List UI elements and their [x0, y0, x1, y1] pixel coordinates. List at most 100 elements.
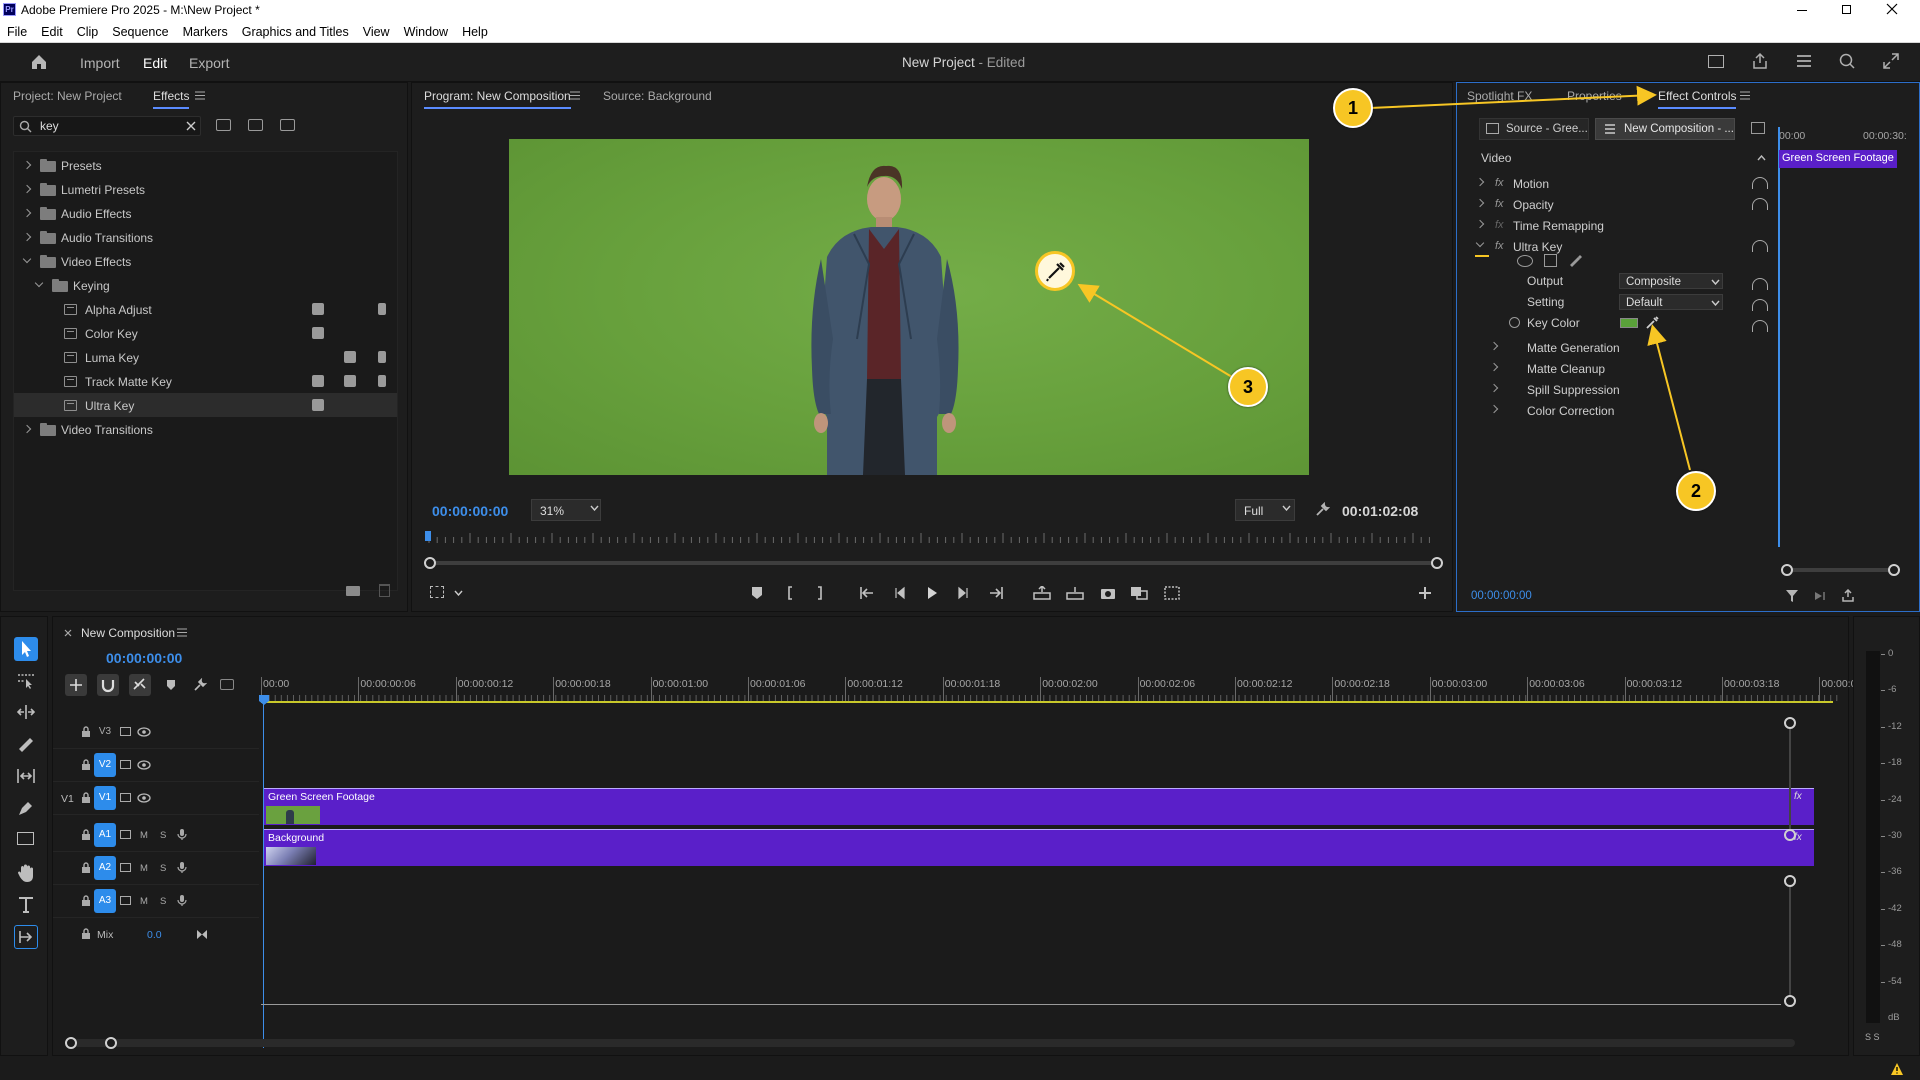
- track-header-a3[interactable]: A3 M S: [53, 885, 259, 918]
- panel-menu-icon[interactable]: [1740, 91, 1750, 100]
- warning-icon[interactable]: [1890, 1062, 1904, 1076]
- track-target-v1[interactable]: V1: [94, 786, 116, 810]
- mark-in-icon[interactable]: [786, 586, 796, 600]
- lock-icon[interactable]: [81, 726, 91, 738]
- slip-tool-icon[interactable]: [16, 767, 36, 785]
- workspace-edit[interactable]: Edit: [143, 55, 167, 71]
- reset-icon[interactable]: [1752, 240, 1768, 252]
- chevron-right-icon[interactable]: [1489, 341, 1499, 351]
- solo-button[interactable]: S: [160, 831, 166, 841]
- tree-item[interactable]: Luma Key: [14, 345, 397, 369]
- microphone-icon[interactable]: [177, 861, 187, 874]
- eye-icon[interactable]: [137, 793, 151, 803]
- lock-icon[interactable]: [81, 792, 91, 804]
- selection-tool-icon[interactable]: [14, 637, 38, 661]
- menu-help[interactable]: Help: [455, 22, 495, 43]
- ec-clip-bar[interactable]: Green Screen Footage: [1779, 150, 1897, 168]
- menu-view[interactable]: View: [356, 22, 397, 43]
- setting-select[interactable]: Default: [1619, 294, 1723, 310]
- reset-icon[interactable]: [1752, 198, 1768, 210]
- tree-item[interactable]: Alpha Adjust: [14, 297, 397, 321]
- toggle-timeline-icon[interactable]: [1751, 122, 1765, 134]
- close-icon[interactable]: [1885, 2, 1899, 16]
- track-select-tool-icon[interactable]: [16, 672, 36, 690]
- fx-icon[interactable]: fx: [1495, 178, 1504, 189]
- extract-icon[interactable]: [1066, 586, 1084, 600]
- solo-button[interactable]: S: [160, 897, 166, 907]
- play-icon[interactable]: [925, 586, 939, 600]
- chevron-right-icon[interactable]: [1489, 404, 1499, 414]
- accelerated-effects-icon[interactable]: [216, 119, 231, 131]
- menu-edit[interactable]: Edit: [34, 22, 70, 43]
- toggle-sync-icon[interactable]: [120, 793, 131, 802]
- tab-effects[interactable]: Effects: [153, 89, 190, 109]
- add-marker-icon[interactable]: [166, 679, 176, 691]
- chevron-right-icon[interactable]: [1475, 219, 1485, 229]
- ec-timecode[interactable]: 00:00:00:00: [1471, 590, 1532, 603]
- captions-icon[interactable]: [220, 679, 234, 690]
- linked-selection-icon[interactable]: [129, 674, 151, 696]
- ripple-edit-tool-icon[interactable]: [16, 703, 36, 721]
- 32bit-effects-icon[interactable]: [248, 119, 263, 131]
- export-icon[interactable]: [1841, 589, 1855, 603]
- panel-menu-icon[interactable]: [570, 91, 580, 100]
- track-target-a2[interactable]: A2: [94, 856, 116, 880]
- go-to-out-icon[interactable]: [988, 586, 1004, 600]
- workspace-import[interactable]: Import: [80, 55, 120, 71]
- chevron-down-icon[interactable]: [1475, 238, 1485, 248]
- reset-icon[interactable]: [1752, 177, 1768, 189]
- home-icon[interactable]: [30, 53, 48, 71]
- eye-icon[interactable]: [137, 727, 151, 737]
- toggle-sync-icon[interactable]: [120, 863, 131, 872]
- ec-playhead[interactable]: [1778, 127, 1780, 547]
- progress-search-icon[interactable]: [1838, 52, 1856, 70]
- scroll-handle-right[interactable]: [1431, 557, 1443, 569]
- fx-icon[interactable]: fx: [1495, 199, 1504, 210]
- ec-effect-row[interactable]: fx Opacity: [1457, 194, 1777, 215]
- ec-effect-row[interactable]: fx Ultra Key: [1457, 236, 1777, 257]
- tree-item[interactable]: Video Transitions: [14, 417, 397, 441]
- tab-sequence[interactable]: New Composition: [81, 626, 175, 640]
- lock-icon[interactable]: [81, 895, 91, 907]
- track-header-v2[interactable]: V2: [53, 749, 259, 782]
- tab-project[interactable]: Project: New Project: [13, 89, 122, 103]
- ec-subsection-row[interactable]: Matte Generation: [1457, 337, 1777, 358]
- chevron-right-icon[interactable]: [1475, 177, 1485, 187]
- chevron-down-icon[interactable]: [454, 590, 463, 596]
- hand-tool-icon[interactable]: [16, 863, 36, 883]
- audio-scroll-track[interactable]: [1789, 887, 1791, 995]
- menu-window[interactable]: Window: [397, 22, 455, 43]
- timeline-zoom-scrollbar[interactable]: [65, 1039, 1795, 1047]
- key-color-eyedropper-icon[interactable]: [1645, 315, 1660, 330]
- tree-item[interactable]: Ultra Key: [14, 393, 397, 417]
- close-sequence-icon[interactable]: [64, 629, 72, 637]
- toggle-sync-icon[interactable]: [120, 760, 131, 769]
- tree-item[interactable]: Color Key: [14, 321, 397, 345]
- tree-item[interactable]: Keying: [14, 273, 397, 297]
- zoom-scrollbar[interactable]: [425, 561, 1441, 565]
- ec-zoom-scrollbar[interactable]: [1786, 568, 1896, 572]
- mask-ellipse-icon[interactable]: [1517, 255, 1533, 267]
- snap-icon[interactable]: [97, 674, 119, 696]
- ec-effect-row[interactable]: fx Time Remapping: [1457, 215, 1777, 236]
- track-target-a3[interactable]: A3: [94, 889, 116, 913]
- lift-icon[interactable]: [1033, 586, 1051, 600]
- export-frame-icon[interactable]: [1100, 586, 1116, 600]
- ec-subsection-row[interactable]: Color Correction: [1457, 400, 1777, 421]
- timeline-timecode[interactable]: 00:00:00:00: [106, 651, 182, 665]
- toggle-sync-icon[interactable]: [120, 896, 131, 905]
- solo-button[interactable]: S: [160, 864, 166, 874]
- fx-icon[interactable]: fx: [1495, 241, 1504, 252]
- comparison-view-icon[interactable]: [1130, 586, 1148, 600]
- minimize-icon[interactable]: [1797, 10, 1807, 11]
- yuv-effects-icon[interactable]: [280, 119, 295, 131]
- multicam-icon[interactable]: [1164, 586, 1180, 600]
- lock-icon[interactable]: [81, 829, 91, 841]
- video-frame[interactable]: [509, 139, 1309, 475]
- audio-scroll-bottom[interactable]: [1784, 995, 1796, 1007]
- audio-scroll-top[interactable]: [1784, 875, 1796, 887]
- panel-menu-icon[interactable]: [177, 628, 187, 637]
- chevron-right-icon[interactable]: [22, 232, 32, 242]
- new-bin-icon[interactable]: [346, 586, 360, 596]
- tab-properties[interactable]: Properties: [1567, 89, 1622, 103]
